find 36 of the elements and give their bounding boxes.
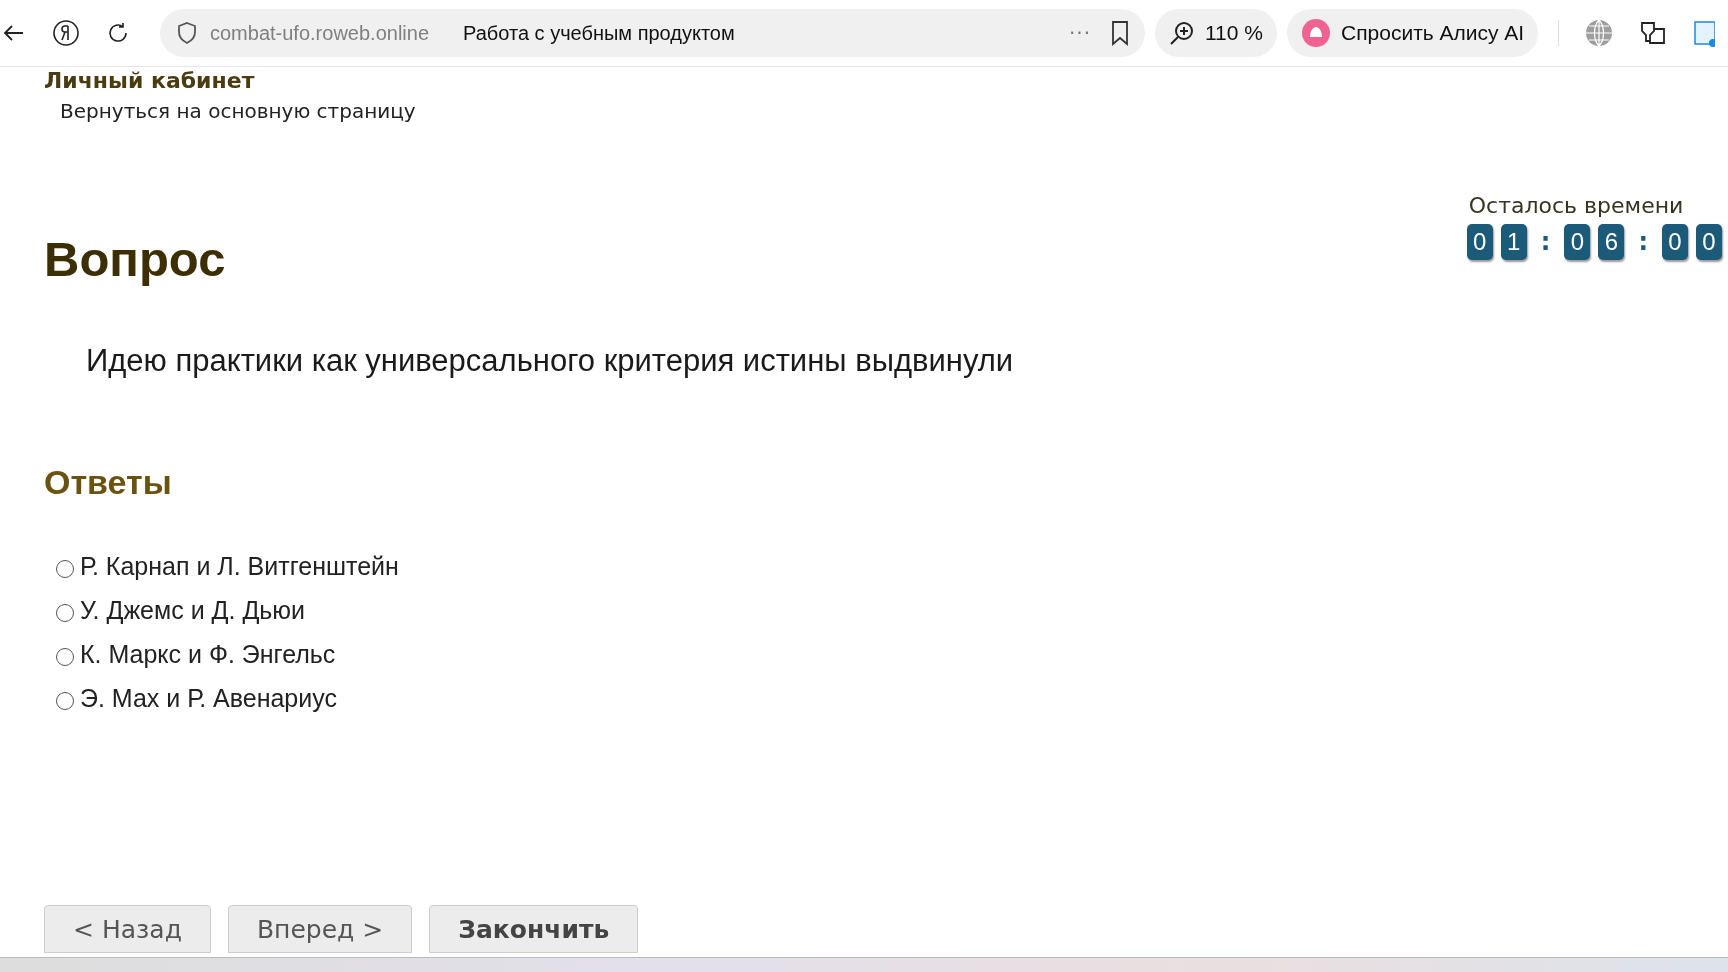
answer-option[interactable]: У. Джемс и Д. Дьюи	[80, 596, 306, 625]
more-button[interactable]: ···	[1068, 21, 1091, 45]
timer-separator: :	[1540, 228, 1551, 256]
timer-separator: :	[1638, 228, 1648, 256]
url-text: combat-ufo.roweb.online	[210, 21, 429, 45]
timer-digit: 0	[1466, 224, 1493, 260]
question-text: Идею практики как универсального критерия истины выдвинули	[86, 343, 1015, 379]
timer-digit: 0	[1662, 224, 1688, 260]
globe-icon[interactable]	[1585, 19, 1614, 47]
nav-button[interactable]: Вперед >	[227, 905, 413, 953]
timer-digit: 0	[1696, 224, 1722, 260]
answer-option[interactable]: К. Маркс и Ф. Энгельс	[80, 640, 336, 669]
back-link[interactable]: Вернуться на основную страницу	[60, 99, 1728, 123]
page-title: Работа с учебным продуктом	[463, 21, 736, 45]
assistant-logo-icon	[1301, 18, 1331, 48]
answer-option[interactable]: Р. Карнап и Л. Витгенштейн	[80, 552, 399, 581]
question-heading: Вопрос	[44, 231, 226, 287]
extension-icon[interactable]	[1693, 19, 1716, 47]
translate-icon[interactable]	[1639, 19, 1668, 47]
page-heading: Личный кабинет	[44, 69, 256, 93]
reload-icon[interactable]	[106, 21, 130, 45]
browser-logo-icon[interactable]	[52, 19, 80, 47]
answers-heading: Ответы	[44, 463, 173, 502]
shield-icon	[176, 21, 198, 45]
zoom-in-icon	[1169, 20, 1195, 46]
zoom-button[interactable]: 110 %	[1155, 9, 1277, 57]
nav-button[interactable]: < Назад	[44, 905, 211, 953]
answer-option[interactable]: Э. Мах и Р. Авенариус	[80, 684, 337, 713]
address-bar[interactable]: combat-ufo.roweb.online Работа с учебным продуктом ···	[160, 9, 1145, 57]
nav-button[interactable]: Закончить	[429, 905, 639, 953]
timer-label: Осталось времени	[1468, 193, 1684, 218]
bookmark-icon[interactable]	[1109, 20, 1131, 46]
assistant-button[interactable]: Спросить Алису AI	[1287, 9, 1539, 57]
timer-digit: 6	[1598, 224, 1625, 260]
timer-digit: 0	[1564, 224, 1591, 260]
timer-digit: 1	[1500, 224, 1527, 260]
